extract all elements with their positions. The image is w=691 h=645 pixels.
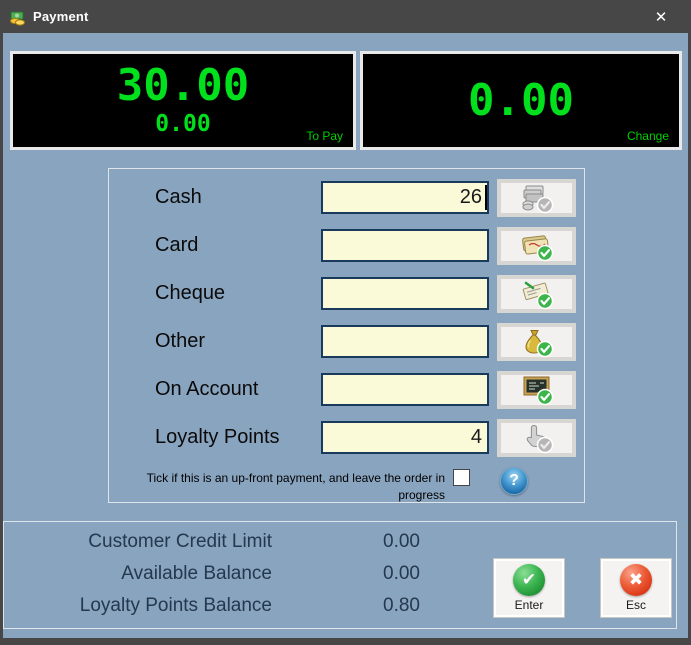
- check-icon: ✔: [513, 564, 545, 596]
- credit-limit-label: Customer Credit Limit: [33, 530, 272, 554]
- account-board-icon: [520, 374, 554, 406]
- text-caret: [485, 185, 487, 210]
- other-input[interactable]: [321, 325, 489, 358]
- cross-icon: ✖: [620, 564, 652, 596]
- payment-coins-icon: [9, 8, 27, 26]
- card-input[interactable]: [321, 229, 489, 262]
- titlebar: Payment ✕: [0, 0, 691, 33]
- close-button[interactable]: ✕: [639, 0, 683, 33]
- to-pay-label: To Pay: [306, 129, 343, 143]
- available-balance-label: Available Balance: [33, 562, 272, 586]
- card-label: Card: [155, 229, 198, 262]
- credit-card-icon: [520, 230, 554, 262]
- on-account-button[interactable]: [497, 371, 576, 409]
- cheque-button[interactable]: [497, 275, 576, 313]
- upfront-checkbox[interactable]: [453, 469, 470, 486]
- help-button[interactable]: ?: [500, 467, 528, 495]
- loyalty-points-input[interactable]: [321, 421, 489, 454]
- to-pay-secondary: 0.00: [13, 111, 353, 137]
- cash-icon: [520, 182, 554, 214]
- cash-button[interactable]: [497, 179, 576, 217]
- question-mark-icon: ?: [509, 472, 519, 490]
- card-button[interactable]: [497, 227, 576, 265]
- payment-window: Payment ✕ 30.00 0.00 To Pay 0.00 Change …: [0, 0, 691, 645]
- other-button[interactable]: [497, 323, 576, 361]
- esc-button-label: Esc: [601, 598, 671, 612]
- on-account-label: On Account: [155, 373, 258, 406]
- cash-input[interactable]: [321, 181, 489, 214]
- credit-limit-value: 0.00: [320, 530, 420, 554]
- loyalty-points-button[interactable]: [497, 419, 576, 457]
- window-title: Payment: [33, 0, 89, 33]
- available-balance-value: 0.00: [320, 562, 420, 586]
- cash-label: Cash: [155, 181, 202, 214]
- change-amount: 0.00: [363, 75, 679, 126]
- loyalty-balance-label: Loyalty Points Balance: [33, 594, 272, 618]
- loyalty-points-label: Loyalty Points: [155, 421, 280, 454]
- cheque-input[interactable]: [321, 277, 489, 310]
- client-area: 30.00 0.00 To Pay 0.00 Change Cash: [3, 33, 688, 638]
- enter-button[interactable]: ✔ Enter: [493, 558, 565, 618]
- upfront-payment-label: Tick if this is an up-front payment, and…: [103, 470, 445, 487]
- change-label: Change: [627, 129, 669, 143]
- cheque-label: Cheque: [155, 277, 225, 310]
- loyalty-hand-icon: [520, 422, 554, 454]
- enter-button-label: Enter: [494, 598, 564, 612]
- other-label: Other: [155, 325, 205, 358]
- on-account-input[interactable]: [321, 373, 489, 406]
- cheque-icon: [520, 278, 554, 310]
- money-bag-icon: [520, 326, 554, 358]
- to-pay-display: 30.00 0.00 To Pay: [10, 51, 356, 150]
- change-display: 0.00 Change: [360, 51, 682, 150]
- to-pay-amount: 30.00: [13, 60, 353, 111]
- loyalty-balance-value: 0.80: [320, 594, 420, 618]
- esc-button[interactable]: ✖ Esc: [600, 558, 672, 618]
